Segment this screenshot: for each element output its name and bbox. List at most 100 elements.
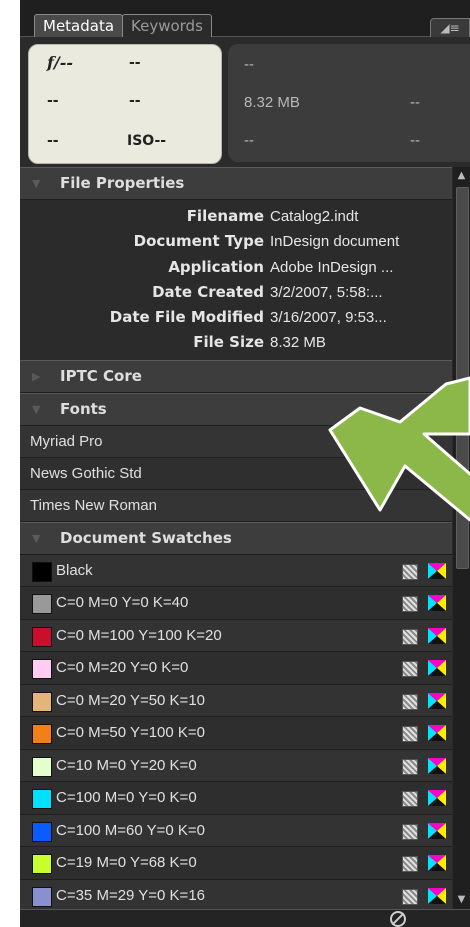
- swatch-name: C=100 M=0 Y=0 K=0: [56, 789, 197, 807]
- property-value[interactable]: 8.32 MB: [270, 330, 452, 355]
- property-label: Date File Modified: [109, 308, 264, 327]
- process-color-icon: [402, 628, 418, 645]
- swatch-row[interactable]: C=0 M=20 Y=50 K=10: [20, 684, 452, 718]
- swatch-name: C=0 M=50 Y=100 K=0: [56, 724, 206, 742]
- swatch-name: C=100 M=60 Y=0 K=0: [56, 821, 206, 839]
- section-header-fonts[interactable]: ▼ Fonts: [20, 392, 452, 426]
- tab-bar: Metadata Keywords ◢≡: [20, 0, 470, 38]
- property-label: Application: [168, 257, 264, 276]
- cmyk-mode-icon: [428, 692, 446, 709]
- process-color-icon: [402, 726, 418, 743]
- bottom-bar: [20, 909, 470, 927]
- process-color-icon: [402, 888, 418, 905]
- swatch-color-chip: [32, 854, 52, 875]
- swatch-row[interactable]: C=0 M=50 Y=100 K=0: [20, 717, 452, 750]
- vertical-scrollbar[interactable]: ▲ ▼: [453, 167, 470, 909]
- scroll-up-arrow-icon[interactable]: ▲: [455, 169, 468, 183]
- process-color-icon: [402, 563, 418, 580]
- camera-data-box: f/-- -- -- -- -- ISO--: [28, 44, 222, 164]
- no-entry-icon[interactable]: [390, 911, 406, 927]
- quick-info-area: f/-- -- -- -- -- ISO-- -- 8.32 MB -- -- …: [20, 37, 470, 165]
- swatch-name: C=0 M=100 Y=100 K=20: [56, 626, 222, 644]
- property-label: Filename: [186, 207, 264, 225]
- file-size-value: 8.32 MB: [244, 94, 300, 111]
- swatch-row[interactable]: C=35 M=29 Y=0 K=16: [20, 879, 452, 909]
- swatch-row[interactable]: C=0 M=0 Y=0 K=40: [20, 587, 452, 620]
- metadata-list: ▼ File Properties Filename Catalog2.indt D…: [20, 167, 452, 909]
- cmyk-mode-icon: [428, 822, 446, 839]
- swatch-name: C=10 M=0 Y=20 K=0: [56, 756, 197, 774]
- cmyk-mode-icon: [428, 790, 446, 807]
- shutter-value: --: [129, 55, 141, 71]
- process-color-icon: [402, 791, 418, 808]
- file-info-value: --: [410, 94, 420, 111]
- swatch-row[interactable]: C=10 M=0 Y=20 K=0: [20, 749, 452, 783]
- swatch-color-chip: [32, 594, 52, 615]
- swatch-color-chip: [32, 821, 52, 842]
- metadata-panel: Metadata Keywords ◢≡ f/-- -- -- -- -- IS…: [20, 0, 470, 927]
- scroll-thumb[interactable]: [456, 187, 469, 569]
- property-row: Filename Catalog2.indt: [20, 204, 452, 229]
- swatch-row[interactable]: C=0 M=100 Y=100 K=20: [20, 619, 452, 653]
- swatch-name: C=0 M=20 Y=0 K=0: [56, 659, 189, 677]
- camera-value: --: [47, 133, 59, 149]
- font-list-item[interactable]: Myriad Pro: [20, 425, 452, 458]
- cmyk-mode-icon: [428, 562, 446, 579]
- font-list-item[interactable]: Times New Roman: [20, 489, 452, 522]
- swatch-color-chip: [32, 626, 52, 647]
- expanded-triangle-icon: ▼: [32, 531, 41, 545]
- process-color-icon: [402, 856, 418, 873]
- property-value[interactable]: Catalog2.indt: [270, 204, 452, 229]
- cmyk-mode-icon: [428, 627, 446, 644]
- swatch-color-chip: [32, 724, 52, 745]
- expanded-triangle-icon: ▼: [32, 177, 41, 190]
- section-title: IPTC Core: [60, 366, 142, 385]
- expanded-triangle-icon: ▼: [32, 402, 41, 416]
- swatch-color-chip: [32, 886, 52, 907]
- property-value[interactable]: 3/16/2007, 9:53...: [270, 305, 452, 330]
- swatch-color-chip: [32, 561, 52, 582]
- fonts-list: Myriad Pro News Gothic Std Times New Roman: [20, 425, 452, 522]
- cmyk-mode-icon: [428, 855, 446, 872]
- swatch-row[interactable]: C=0 M=20 Y=0 K=0: [20, 652, 452, 685]
- tab-metadata[interactable]: Metadata: [34, 14, 124, 37]
- file-info-value: --: [410, 132, 420, 149]
- property-row: File Size 8.32 MB: [20, 330, 452, 355]
- section-title: File Properties: [60, 174, 185, 192]
- section-header-document-swatches[interactable]: ▼ Document Swatches: [20, 521, 452, 555]
- section-title: Fonts: [60, 399, 107, 418]
- section-header-iptc-core[interactable]: ▶ IPTC Core: [20, 359, 452, 393]
- swatch-row[interactable]: C=19 M=0 Y=68 K=0: [20, 847, 452, 880]
- swatch-name: C=35 M=29 Y=0 K=16: [56, 886, 206, 904]
- file-info-value: --: [244, 56, 254, 73]
- swatch-name: C=19 M=0 Y=68 K=0: [56, 854, 197, 872]
- process-color-icon: [402, 758, 418, 775]
- swatch-row[interactable]: C=100 M=0 Y=0 K=0: [20, 782, 452, 815]
- swatch-row[interactable]: C=100 M=60 Y=0 K=0: [20, 814, 452, 848]
- section-header-file-properties[interactable]: ▼ File Properties: [20, 167, 452, 200]
- aperture-value: f/--: [47, 53, 74, 72]
- camera-value: --: [47, 93, 59, 109]
- cmyk-mode-icon: [428, 757, 446, 774]
- swatch-row[interactable]: Black: [20, 554, 452, 588]
- property-value[interactable]: Adobe InDesign ...: [270, 255, 452, 280]
- property-value[interactable]: 3/2/2007, 5:58:...: [270, 280, 452, 305]
- tab-keywords[interactable]: Keywords: [122, 14, 212, 37]
- section-title: Document Swatches: [60, 528, 232, 547]
- swatch-name: C=0 M=20 Y=50 K=10: [56, 691, 206, 709]
- swatch-color-chip: [32, 756, 52, 777]
- font-list-item[interactable]: News Gothic Std: [20, 457, 452, 490]
- cmyk-mode-icon: [428, 595, 446, 612]
- property-label: Document Type: [133, 232, 264, 251]
- property-value[interactable]: InDesign document: [270, 229, 452, 254]
- property-label: Date Created: [152, 282, 264, 301]
- swatch-name: Black: [56, 561, 93, 579]
- swatch-color-chip: [32, 691, 52, 712]
- panel-menu-icon[interactable]: ◢≡: [430, 18, 470, 38]
- cmyk-mode-icon: [428, 660, 446, 677]
- iso-value: ISO--: [127, 133, 167, 149]
- scroll-down-arrow-icon[interactable]: ▼: [455, 893, 468, 907]
- swatch-color-chip: [32, 789, 52, 810]
- swatches-list: Black C=0 M=0 Y=0 K=40 C=0 M=100 Y=100 K=2…: [20, 554, 452, 909]
- swatch-color-chip: [32, 659, 52, 680]
